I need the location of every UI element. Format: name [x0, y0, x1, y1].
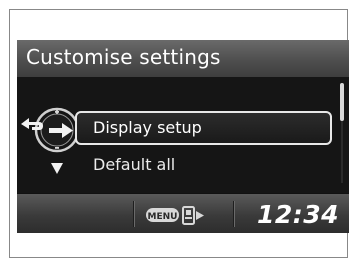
menu-list: Display setup Default all — [17, 77, 349, 193]
plus-icon — [55, 109, 59, 114]
infotainment-screen: Customise settings Display setup Default… — [17, 40, 349, 233]
phone-exit-icon[interactable] — [182, 206, 204, 225]
minus-icon — [55, 147, 59, 149]
status-bar: MENU 12:34 — [17, 193, 349, 233]
down-triangle-icon[interactable] — [51, 163, 63, 174]
menu-item-label[interactable]: Display setup — [93, 118, 202, 137]
scrollbar-thumb[interactable] — [340, 83, 344, 121]
menu-item-default-all[interactable]: Default all — [93, 155, 175, 174]
divider — [133, 201, 134, 227]
menu-button-group: MENU — [146, 206, 204, 225]
menu-button-label: MENU — [148, 212, 178, 222]
divider — [233, 201, 234, 227]
menu-button-icon[interactable]: MENU — [146, 208, 179, 222]
title-bar: Customise settings — [17, 40, 349, 78]
clock-display: 12:34 — [257, 200, 340, 229]
page-title: Customise settings — [26, 45, 221, 69]
